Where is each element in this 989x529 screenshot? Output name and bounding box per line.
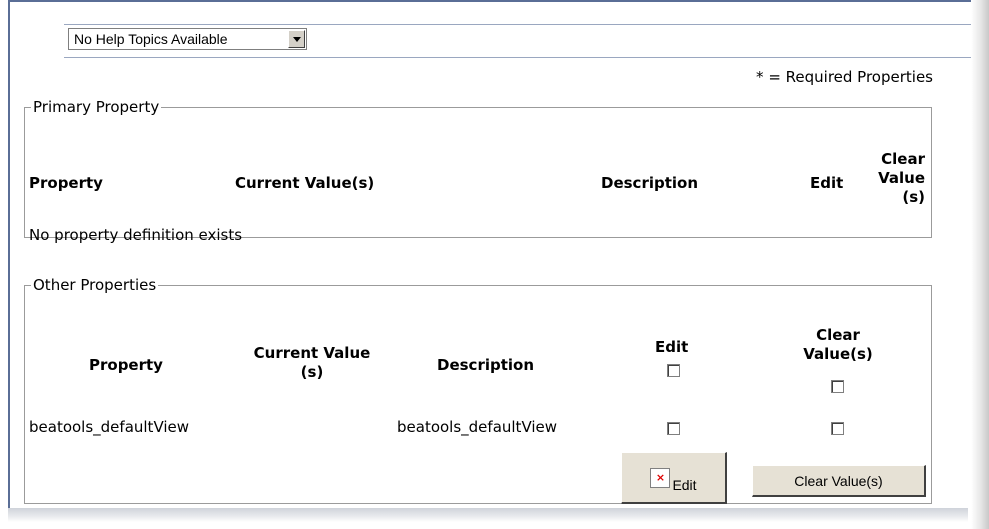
other-header-description: Description (437, 356, 535, 374)
row-edit-checkbox[interactable] (667, 422, 680, 435)
primary-property-fieldset: Primary Property Property Current Value(… (24, 98, 932, 244)
help-topics-select[interactable]: No Help Topics Available (68, 28, 307, 50)
chevron-down-icon[interactable] (288, 30, 305, 48)
primary-header-current-values: Current Value(s) (235, 174, 375, 192)
primary-header-property: Property (29, 174, 103, 192)
row-clear-checkbox[interactable] (831, 422, 844, 435)
required-properties-note: * = Required Properties (756, 68, 933, 86)
edit-button-label: Edit (672, 476, 697, 493)
other-header-property: Property (89, 356, 163, 374)
primary-property-legend: Primary Property (33, 98, 160, 116)
primary-empty-message: No property definition exists (29, 226, 243, 244)
broken-image-icon: × (650, 467, 671, 488)
other-properties-legend: Other Properties (33, 276, 157, 294)
row-property: beatools_defaultView (29, 418, 190, 436)
primary-header-edit: Edit (810, 174, 844, 192)
clear-select-all-checkbox[interactable] (831, 380, 844, 393)
window-top-border (8, 0, 978, 2)
window-left-border (8, 0, 10, 510)
help-topics-selected: No Help Topics Available (74, 31, 228, 47)
clear-values-button[interactable]: Clear Value(s) (752, 465, 926, 497)
other-header-clear-values: Clear Value(s) (803, 326, 873, 363)
row-description: beatools_defaultView (397, 418, 558, 436)
primary-header-clear-values: Clear Value (s) (878, 150, 925, 206)
other-properties-fieldset: Other Properties Property Current Value … (24, 276, 932, 504)
other-header-current-values: Current Value (s) (253, 344, 371, 381)
other-header-edit: Edit (655, 338, 689, 356)
window-bottom-edge (8, 508, 968, 522)
edit-button[interactable]: × Edit (621, 452, 727, 504)
clear-values-button-label: Clear Value(s) (794, 472, 883, 489)
primary-header-description: Description (601, 174, 699, 192)
edit-select-all-checkbox[interactable] (667, 364, 680, 377)
help-topics-bar: No Help Topics Available (64, 24, 984, 58)
window-right-edge (971, 0, 989, 529)
